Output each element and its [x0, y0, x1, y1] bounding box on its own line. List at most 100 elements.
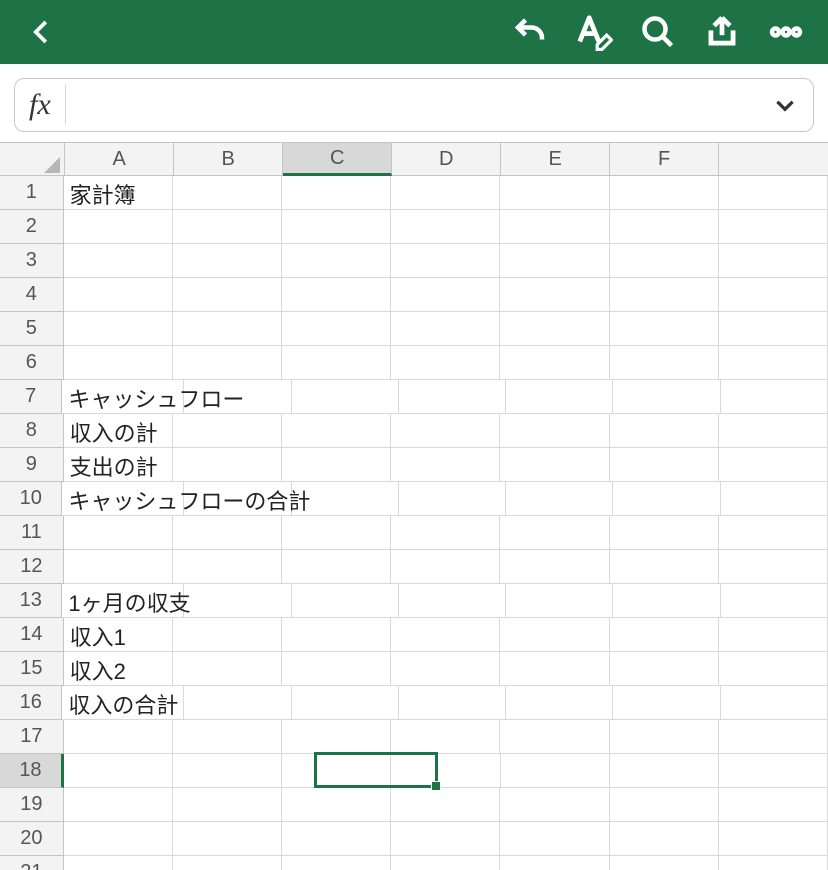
row-header-5[interactable]: 5 — [0, 312, 64, 346]
cell-C14[interactable] — [282, 618, 391, 652]
cell-F2[interactable] — [610, 210, 719, 244]
cell-G6[interactable] — [719, 346, 828, 380]
cell-F3[interactable] — [610, 244, 719, 278]
cell-B11[interactable] — [173, 516, 282, 550]
share-button[interactable] — [690, 0, 754, 64]
col-header-extra[interactable] — [719, 143, 828, 175]
row-header-4[interactable]: 4 — [0, 278, 64, 312]
cell-G2[interactable] — [719, 210, 828, 244]
cell-D15[interactable] — [391, 652, 500, 686]
cell-C11[interactable] — [282, 516, 391, 550]
cell-E19[interactable] — [500, 788, 609, 822]
cell-D5[interactable] — [391, 312, 500, 346]
cell-D18[interactable] — [391, 754, 500, 788]
more-button[interactable] — [754, 0, 818, 64]
cell-G11[interactable] — [719, 516, 828, 550]
cell-G10[interactable] — [721, 482, 828, 516]
cell-E7[interactable] — [506, 380, 613, 414]
cell-A12[interactable] — [64, 550, 173, 584]
row-header-20[interactable]: 20 — [0, 822, 64, 856]
cell-G3[interactable] — [719, 244, 828, 278]
cell-F8[interactable] — [610, 414, 719, 448]
cell-C13[interactable] — [292, 584, 399, 618]
cell-E14[interactable] — [500, 618, 609, 652]
cell-F16[interactable] — [613, 686, 720, 720]
row-header-8[interactable]: 8 — [0, 414, 64, 448]
cell-C21[interactable] — [282, 856, 391, 870]
cell-C7[interactable] — [292, 380, 399, 414]
cell-E9[interactable] — [500, 448, 609, 482]
cell-G4[interactable] — [719, 278, 828, 312]
cell-F20[interactable] — [610, 822, 719, 856]
cell-A17[interactable] — [64, 720, 173, 754]
cell-A18[interactable] — [64, 754, 173, 788]
cell-F6[interactable] — [610, 346, 719, 380]
row-header-14[interactable]: 14 — [0, 618, 64, 652]
cell-E3[interactable] — [500, 244, 609, 278]
cell-F1[interactable] — [610, 176, 719, 210]
cell-E12[interactable] — [500, 550, 609, 584]
cell-A2[interactable] — [64, 210, 173, 244]
cell-F7[interactable] — [613, 380, 720, 414]
cell-F17[interactable] — [610, 720, 719, 754]
search-button[interactable] — [626, 0, 690, 64]
cell-B9[interactable] — [173, 448, 282, 482]
cell-C3[interactable] — [282, 244, 391, 278]
cell-E10[interactable] — [506, 482, 613, 516]
cell-B20[interactable] — [173, 822, 282, 856]
cell-A15[interactable]: 収入2 — [64, 652, 173, 686]
cell-E2[interactable] — [500, 210, 609, 244]
cell-C19[interactable] — [282, 788, 391, 822]
cell-E11[interactable] — [500, 516, 609, 550]
cell-G1[interactable] — [719, 176, 828, 210]
cell-G20[interactable] — [719, 822, 828, 856]
cell-F19[interactable] — [610, 788, 719, 822]
cell-E4[interactable] — [500, 278, 609, 312]
cell-E6[interactable] — [500, 346, 609, 380]
cell-D12[interactable] — [391, 550, 500, 584]
cell-D4[interactable] — [391, 278, 500, 312]
col-header-F[interactable]: F — [610, 143, 719, 175]
cell-A4[interactable] — [64, 278, 173, 312]
row-header-9[interactable]: 9 — [0, 448, 64, 482]
row-header-6[interactable]: 6 — [0, 346, 64, 380]
cell-D3[interactable] — [391, 244, 500, 278]
cell-A10[interactable]: キャッシュフローの合計 — [62, 482, 184, 516]
cell-C4[interactable] — [282, 278, 391, 312]
cell-F11[interactable] — [610, 516, 719, 550]
cell-C2[interactable] — [282, 210, 391, 244]
cell-A1[interactable]: 家計簿 — [64, 176, 173, 210]
row-header-12[interactable]: 12 — [0, 550, 64, 584]
cell-B18[interactable] — [173, 754, 282, 788]
cell-G17[interactable] — [719, 720, 828, 754]
cell-A21[interactable] — [64, 856, 173, 870]
cell-G19[interactable] — [719, 788, 828, 822]
cell-A8[interactable]: 収入の計 — [64, 414, 173, 448]
back-button[interactable] — [10, 0, 74, 64]
cell-F14[interactable] — [610, 618, 719, 652]
cell-D7[interactable] — [399, 380, 506, 414]
row-header-17[interactable]: 17 — [0, 720, 64, 754]
cell-D6[interactable] — [391, 346, 500, 380]
cell-E18[interactable] — [501, 754, 610, 788]
cell-G14[interactable] — [719, 618, 828, 652]
cell-G7[interactable] — [721, 380, 828, 414]
cell-D19[interactable] — [391, 788, 500, 822]
cell-D8[interactable] — [391, 414, 500, 448]
cell-B8[interactable] — [173, 414, 282, 448]
cell-D1[interactable] — [391, 176, 500, 210]
cell-C6[interactable] — [282, 346, 391, 380]
cell-D10[interactable] — [399, 482, 506, 516]
cell-B4[interactable] — [173, 278, 282, 312]
cell-G5[interactable] — [719, 312, 828, 346]
row-header-2[interactable]: 2 — [0, 210, 64, 244]
row-header-1[interactable]: 1 — [0, 176, 64, 210]
spreadsheet[interactable]: A B C D E F 1家計簿 2 3 4 5 6 7キャッシュフロー 8収入… — [0, 142, 828, 870]
cell-E1[interactable] — [500, 176, 609, 210]
row-header-19[interactable]: 19 — [0, 788, 64, 822]
col-header-E[interactable]: E — [501, 143, 610, 175]
cell-C17[interactable] — [282, 720, 391, 754]
cell-A9[interactable]: 支出の計 — [64, 448, 173, 482]
cell-B6[interactable] — [173, 346, 282, 380]
row-header-10[interactable]: 10 — [0, 482, 62, 516]
